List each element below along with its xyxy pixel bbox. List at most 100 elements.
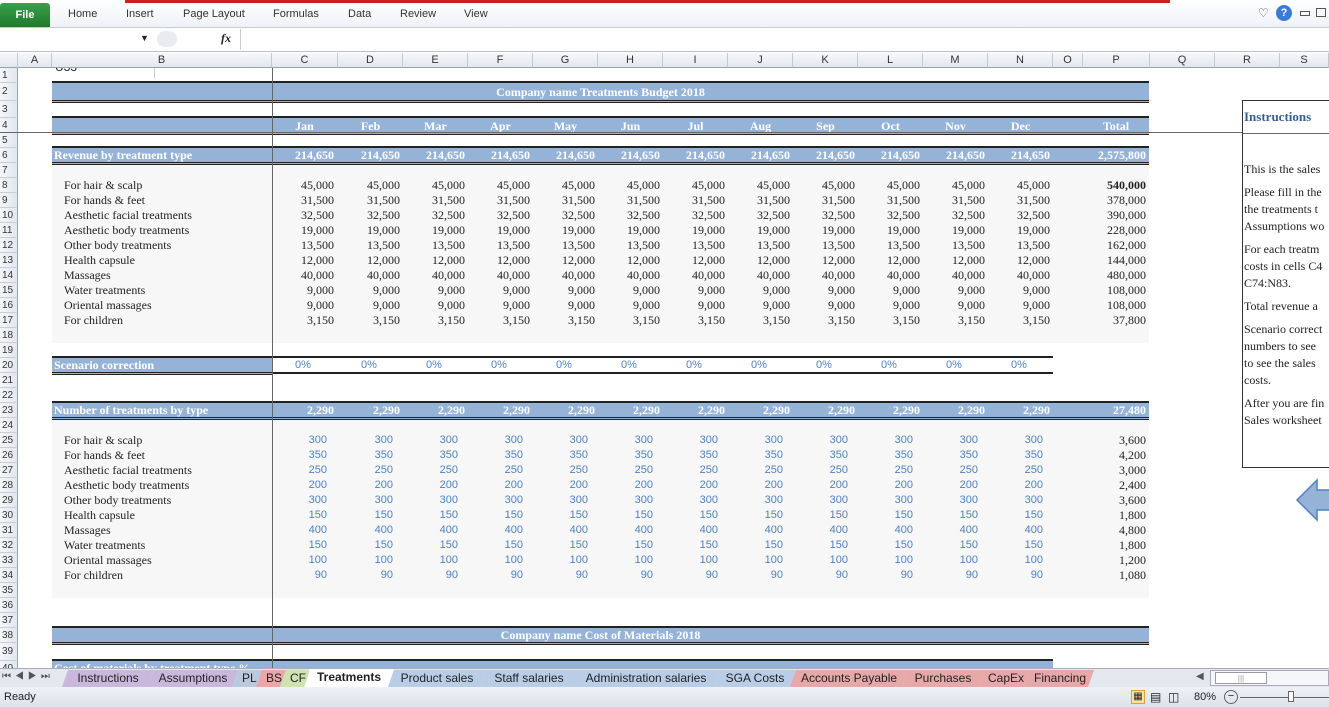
row-header-37[interactable]: 37 — [0, 613, 18, 628]
row-header-27[interactable]: 27 — [0, 463, 18, 478]
row-total[interactable]: 3,600 — [1083, 493, 1146, 508]
row-header-17[interactable]: 17 — [0, 313, 18, 328]
column-header-l[interactable]: L — [858, 53, 923, 68]
value-cell[interactable]: 300 — [988, 433, 1043, 448]
value-cell[interactable]: 250 — [923, 463, 978, 478]
value-cell[interactable]: 90 — [272, 568, 327, 583]
row-label[interactable]: Massages — [64, 523, 264, 538]
value-cell[interactable]: 200 — [858, 478, 913, 493]
value-cell[interactable]: 32,500 — [988, 208, 1050, 223]
value-cell[interactable]: 150 — [598, 508, 653, 523]
value-cell[interactable]: 45,000 — [663, 178, 725, 193]
row-header-12[interactable]: 12 — [0, 238, 18, 253]
minimize-ribbon-icon[interactable]: ♡ — [1258, 6, 1269, 20]
tab-formulas[interactable]: Formulas — [273, 8, 319, 20]
value-cell[interactable]: 40,000 — [272, 268, 334, 283]
value-cell[interactable]: 150 — [663, 508, 718, 523]
value-cell[interactable]: 12,000 — [923, 253, 985, 268]
minimize-window-icon[interactable] — [1300, 11, 1310, 16]
value-cell[interactable]: 40,000 — [988, 268, 1050, 283]
value-cell[interactable]: 32,500 — [728, 208, 790, 223]
row-header-24[interactable]: 24 — [0, 418, 18, 433]
value-cell[interactable]: 100 — [403, 553, 458, 568]
value-cell[interactable]: 31,500 — [598, 193, 660, 208]
value-cell[interactable]: 3,150 — [793, 313, 855, 328]
row-header-32[interactable]: 32 — [0, 538, 18, 553]
value-cell[interactable]: 31,500 — [988, 193, 1050, 208]
treatments-monthly-total[interactable]: 2,290 — [533, 403, 595, 418]
value-cell[interactable]: 400 — [728, 523, 783, 538]
row-total[interactable]: 108,000 — [1083, 298, 1146, 313]
value-cell[interactable]: 9,000 — [858, 298, 920, 313]
value-cell[interactable]: 350 — [468, 448, 523, 463]
sheet-nav-arrows-icon[interactable]: ⏮◀▶⏭ — [2, 671, 54, 682]
row-label[interactable]: For hair & scalp — [64, 433, 264, 448]
value-cell[interactable]: 9,000 — [533, 298, 595, 313]
row-label[interactable]: Aesthetic facial treatments — [64, 208, 264, 223]
value-cell[interactable]: 350 — [728, 448, 783, 463]
value-cell[interactable]: 250 — [403, 463, 458, 478]
value-cell[interactable]: 9,000 — [663, 298, 725, 313]
revenue-monthly-total[interactable]: 214,650 — [468, 148, 530, 163]
row-header-28[interactable]: 28 — [0, 478, 18, 493]
row-header-34[interactable]: 34 — [0, 568, 18, 583]
row-header-38[interactable]: 38 — [0, 628, 18, 643]
value-cell[interactable]: 3,150 — [988, 313, 1050, 328]
value-cell[interactable]: 100 — [533, 553, 588, 568]
column-header-c[interactable]: C — [272, 53, 338, 68]
value-cell[interactable]: 90 — [858, 568, 913, 583]
value-cell[interactable]: 300 — [858, 433, 913, 448]
row-header-35[interactable]: 35 — [0, 583, 18, 598]
value-cell[interactable]: 350 — [598, 448, 653, 463]
value-cell[interactable]: 250 — [533, 463, 588, 478]
value-cell[interactable]: 300 — [663, 493, 718, 508]
value-cell[interactable]: 100 — [858, 553, 913, 568]
value-cell[interactable]: 13,500 — [988, 238, 1050, 253]
value-cell[interactable]: 150 — [923, 508, 978, 523]
row-header-36[interactable]: 36 — [0, 598, 18, 613]
value-cell[interactable]: 3,150 — [533, 313, 595, 328]
tab-view[interactable]: View — [464, 8, 488, 20]
sheet-tab-product-sales[interactable]: Product sales — [388, 670, 486, 687]
value-cell[interactable]: 32,500 — [468, 208, 530, 223]
value-cell[interactable]: 250 — [598, 463, 653, 478]
value-cell[interactable]: 250 — [988, 463, 1043, 478]
zoom-level[interactable]: 80% — [1194, 687, 1216, 707]
value-cell[interactable]: 400 — [468, 523, 523, 538]
value-cell[interactable]: 400 — [403, 523, 458, 538]
value-cell[interactable]: 32,500 — [793, 208, 855, 223]
value-cell[interactable]: 150 — [533, 508, 588, 523]
value-cell[interactable]: 32,500 — [403, 208, 465, 223]
name-box-dropdown-icon[interactable]: ▼ — [140, 33, 149, 43]
value-cell[interactable]: 300 — [598, 433, 653, 448]
value-cell[interactable]: 100 — [598, 553, 653, 568]
value-cell[interactable]: 9,000 — [858, 283, 920, 298]
sheet-tab-purchases[interactable]: Purchases — [902, 670, 984, 687]
value-cell[interactable]: 350 — [858, 448, 913, 463]
value-cell[interactable]: 9,000 — [272, 283, 334, 298]
row-label[interactable]: Health capsule — [64, 253, 264, 268]
value-cell[interactable]: 9,000 — [272, 298, 334, 313]
value-cell[interactable]: 45,000 — [272, 178, 334, 193]
value-cell[interactable]: 19,000 — [403, 223, 465, 238]
value-cell[interactable]: 40,000 — [403, 268, 465, 283]
row-header-18[interactable]: 18 — [0, 328, 18, 343]
value-cell[interactable]: 300 — [468, 433, 523, 448]
row-label[interactable]: Aesthetic body treatments — [64, 478, 264, 493]
revenue-monthly-total[interactable]: 214,650 — [988, 148, 1050, 163]
worksheet-grid[interactable]: A B C D E F G H I J K L M N O P Q R S 1 2 3 4 5 6 7 8 9 10 11 12 13 14 15… — [0, 53, 1329, 668]
tab-page-layout[interactable]: Page Layout — [183, 8, 245, 20]
value-cell[interactable]: 150 — [728, 508, 783, 523]
value-cell[interactable]: 31,500 — [533, 193, 595, 208]
value-cell[interactable]: 400 — [923, 523, 978, 538]
value-cell[interactable]: 300 — [923, 493, 978, 508]
treatments-monthly-total[interactable]: 2,290 — [988, 403, 1050, 418]
value-cell[interactable]: 40,000 — [728, 268, 790, 283]
sheet-tab-assumptions[interactable]: Assumptions — [148, 670, 238, 687]
value-cell[interactable]: 3,150 — [858, 313, 920, 328]
row-label[interactable]: Health capsule — [64, 508, 264, 523]
value-cell[interactable]: 13,500 — [793, 238, 855, 253]
value-cell[interactable]: 32,500 — [923, 208, 985, 223]
treatments-monthly-total[interactable]: 2,290 — [858, 403, 920, 418]
materials-subtitle[interactable]: Cost of materials by treatment type % — [54, 661, 454, 668]
